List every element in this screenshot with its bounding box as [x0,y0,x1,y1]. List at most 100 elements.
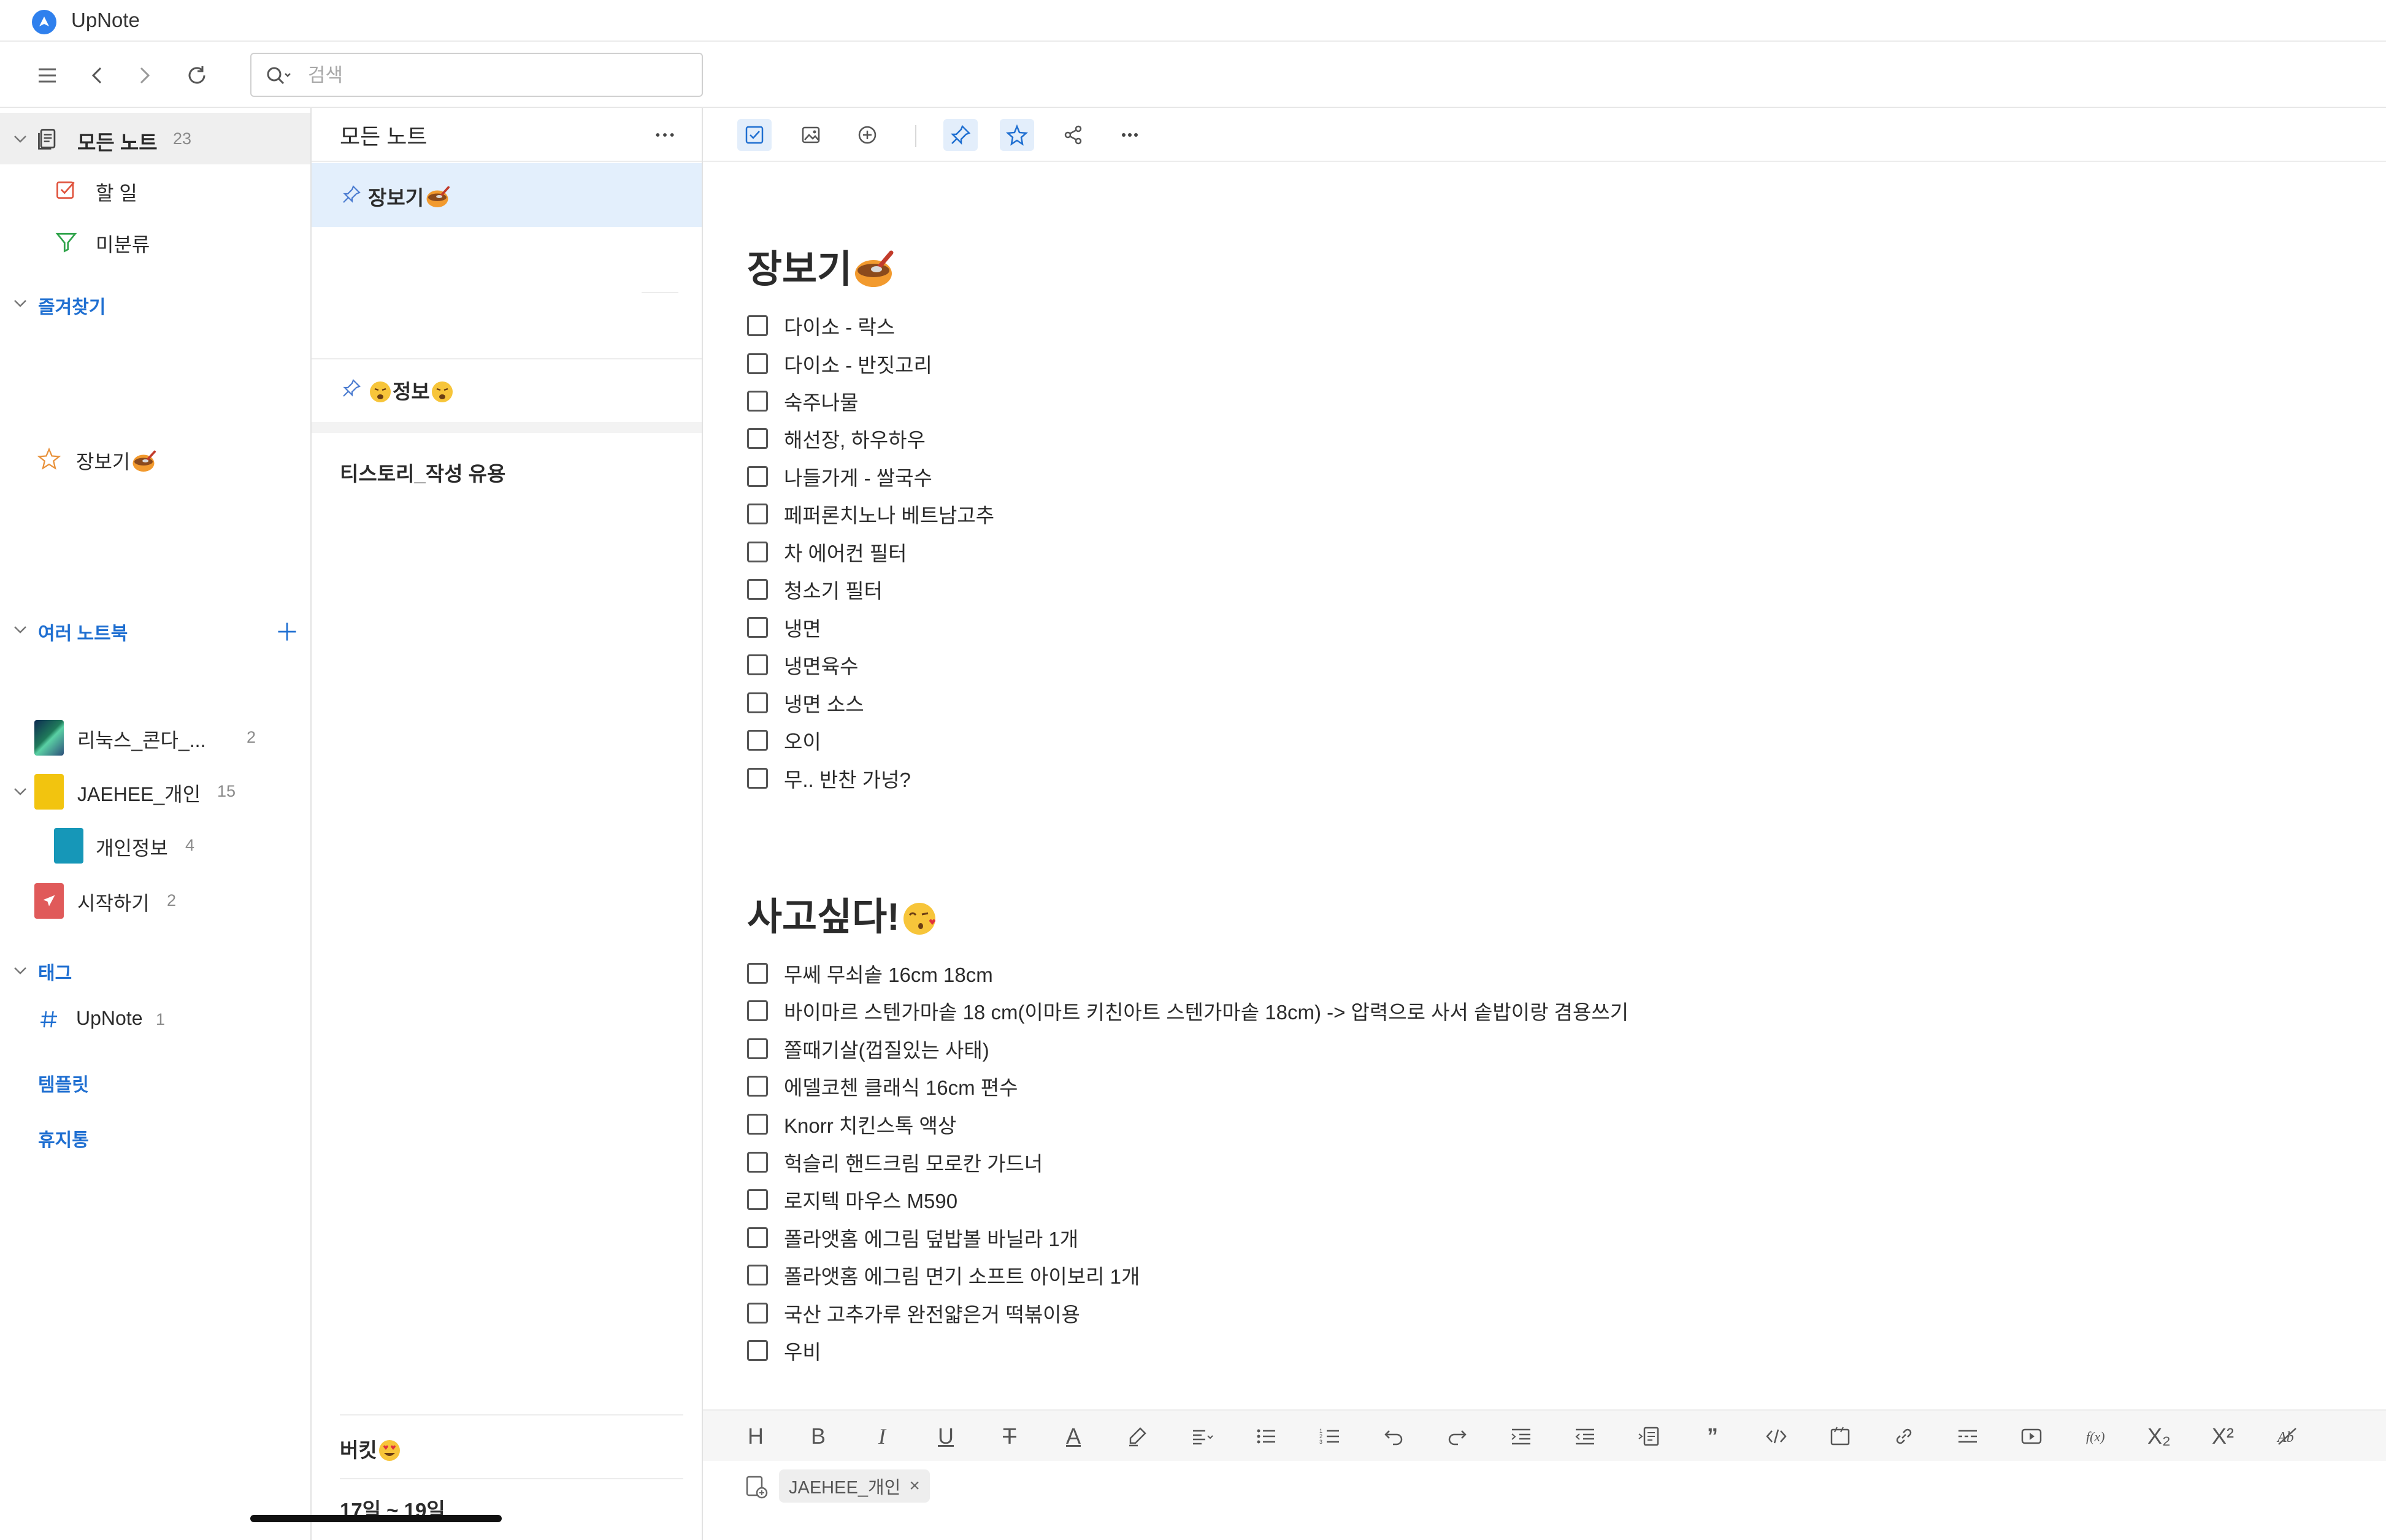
underline-button[interactable]: U [929,1419,963,1454]
checklist-item-text[interactable]: 폴라앳홈 에그림 덮밥볼 바닐라 1개 [784,1223,1078,1252]
checkbox[interactable] [747,963,768,984]
note-list-item-info[interactable]: 정보 [312,359,702,421]
add-circle-icon[interactable] [850,119,884,151]
strikethrough-button[interactable]: T [992,1419,1027,1454]
text-color-button[interactable]: A [1056,1419,1091,1454]
highlighter-icon[interactable] [1120,1419,1154,1454]
bold-button[interactable]: B [801,1419,835,1454]
add-tag-icon[interactable] [743,1473,770,1500]
tag-item-upnote[interactable]: UpNote 1 [0,994,310,1045]
checkbox[interactable] [747,768,768,789]
checkbox[interactable] [747,1114,768,1135]
checklist-item-text[interactable]: 냉면 [784,613,821,642]
code-block-icon[interactable] [1823,1419,1857,1454]
sidebar-item-all-notes[interactable]: 모든 노트 23 [0,113,310,164]
checklist-item-text[interactable]: 국산 고추가루 완전얇은거 떡볶이용 [784,1298,1080,1328]
clear-format-icon[interactable]: Ab [2269,1419,2304,1454]
checklist-item-text[interactable]: 페퍼론치노나 베트남고추 [784,499,994,529]
sidebar-item-todo[interactable]: 할 일 [0,164,310,216]
checklist-item-text[interactable]: 무.. 반찬 가넝? [784,764,911,793]
sidebar-item-uncategorized[interactable]: 미분류 [0,216,310,267]
note-list-item-selected[interactable]: 장보기 [312,163,702,227]
checkbox[interactable] [747,353,768,374]
divider-line-icon[interactable] [1951,1419,1985,1454]
chevron-down-icon[interactable] [11,130,29,148]
checklist-item-text[interactable]: 다이소 - 락스 [784,311,895,340]
toggle-list-icon[interactable] [1632,1419,1666,1454]
more-options-icon[interactable] [650,123,680,147]
checklist-item-text[interactable]: 차 에어컨 필터 [784,537,907,567]
checklist-item-text[interactable]: 에델코첸 클래식 16cm 편수 [784,1071,1018,1101]
notebook-item-personal-info[interactable]: 개인정보 4 [0,819,310,871]
checkbox[interactable] [747,542,768,562]
checkbox[interactable] [747,1000,768,1021]
quote-button[interactable]: ” [1695,1419,1730,1454]
checkbox[interactable] [747,1227,768,1248]
section-notebooks[interactable]: 여러 노트북 [38,618,128,645]
checklist-item-text[interactable]: 쫄때기살(껍질있는 사태) [784,1034,989,1063]
search-input[interactable] [308,61,688,90]
math-function-icon[interactable]: f(x) [2078,1419,2112,1454]
checklist-item-text[interactable]: 우비 [784,1336,821,1365]
checkbox[interactable] [747,730,768,751]
image-icon[interactable] [794,119,828,151]
tag-chip[interactable]: JAEHEE_개인 × [779,1469,930,1503]
italic-button[interactable]: I [865,1419,899,1454]
superscript-button[interactable]: X² [2206,1419,2240,1454]
checkbox[interactable] [747,1189,768,1210]
checklist-item-text[interactable]: 폴라앳홈 에그림 면기 소프트 아이보리 1개 [784,1260,1140,1290]
bulleted-list-icon[interactable] [1249,1419,1283,1454]
notebook-item-linux[interactable]: 리눅스_콘다_... 2 [0,711,310,763]
checklist-item-text[interactable]: 냉면육수 [784,650,858,680]
checkbox[interactable] [747,1265,768,1285]
star-icon[interactable] [1000,119,1034,151]
checkbox[interactable] [747,579,768,600]
chevron-down-icon[interactable] [11,962,29,980]
checklist-item-text[interactable]: 무쎄 무쇠솥 16cm 18cm [784,959,993,988]
code-icon[interactable] [1759,1419,1793,1454]
sidebar-trash[interactable]: 휴지통 [38,1125,89,1152]
checklist-item-text[interactable]: Knorr 치킨스톡 액상 [784,1109,956,1139]
undo-icon[interactable] [1376,1419,1411,1454]
back-arrow-icon[interactable] [82,60,113,91]
video-icon[interactable] [2014,1419,2049,1454]
link-icon[interactable] [1887,1419,1921,1454]
numbered-list-icon[interactable]: 123 [1313,1419,1347,1454]
checklist-item-text[interactable]: 해선장, 하우하우 [784,424,926,453]
checkbox[interactable] [747,692,768,713]
checklist-item-text[interactable]: 로지텍 마우스 M590 [784,1185,957,1214]
heading-button[interactable]: H [738,1419,773,1454]
checkbox[interactable] [747,1152,768,1173]
checklist-item-text[interactable]: 헉슬리 핸드크림 모로칸 가드너 [784,1147,1043,1177]
checklist-item-text[interactable]: 냉면 소스 [784,688,864,718]
checkbox[interactable] [747,428,768,449]
section-favorites[interactable]: 즐겨찾기 [38,292,105,319]
refresh-icon[interactable] [182,60,212,91]
more-options-icon[interactable] [1113,119,1147,151]
subscript-button[interactable]: X₂ [2142,1419,2176,1454]
notebook-item-getting-started[interactable]: 시작하기 2 [0,875,310,926]
notebook-item-jaehee[interactable]: JAEHEE_개인 15 [0,765,310,817]
checkbox[interactable] [747,1038,768,1059]
checkbox[interactable] [747,1076,768,1097]
sidebar-templates[interactable]: 템플릿 [38,1070,89,1097]
indent-icon[interactable] [1504,1419,1538,1454]
checkbox[interactable] [747,1303,768,1324]
note-list-item-bucket[interactable]: 버킷 [312,1415,702,1477]
chevron-down-icon[interactable] [11,783,29,801]
checkbox[interactable] [747,617,768,638]
checkbox[interactable] [747,654,768,675]
redo-icon[interactable] [1440,1419,1475,1454]
align-icon[interactable] [1185,1419,1219,1454]
checklist-item-text[interactable]: 오이 [784,726,821,755]
checklist-item-text[interactable]: 나들가게 - 쌀국수 [784,462,932,491]
favorite-item-shopping[interactable]: 장보기 [0,433,310,485]
chevron-down-icon[interactable] [11,621,29,639]
search-box[interactable] [250,53,703,97]
checklist-item-text[interactable]: 청소기 필터 [784,575,883,604]
checklist-icon[interactable] [737,119,772,151]
checkbox[interactable] [747,315,768,336]
checklist-item-text[interactable]: 숙주나물 [784,386,858,416]
checkbox[interactable] [747,391,768,412]
add-notebook-icon[interactable] [275,619,302,646]
